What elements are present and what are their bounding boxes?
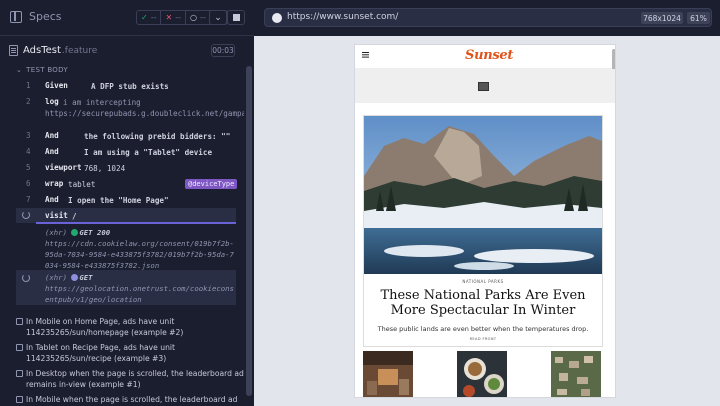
spec-name: AdsTest [23,45,61,56]
section-label: TEST BODY [26,66,68,74]
sidebar-icon [10,10,22,23]
viewport-size-badge[interactable]: 768x1024 [641,12,683,24]
specs-toggle[interactable]: Specs [10,10,62,23]
status-dot-icon [71,274,79,281]
stop-button[interactable] [227,10,245,25]
interior-photo-image [363,351,413,397]
url-text: https://www.sunset.com/ [287,12,399,22]
article-thumbnail[interactable] [457,351,507,397]
globe-icon [272,13,282,23]
runner-header: Specs ✓ -- ✕ -- ○ -- ⌄ [0,0,254,36]
pending-test-icon [16,396,23,403]
article-headline[interactable]: These National Parks Are Even More Spect… [372,288,594,318]
xhr-log-row[interactable]: (xhr) GET 200 https://cdn.cookielaw.org/… [45,227,235,271]
specs-title: Specs [29,10,62,23]
article-dek: These public lands are even better when … [377,325,589,333]
spec-extension: .feature [61,46,98,56]
loading-spinner-icon [22,274,30,282]
site-logo[interactable]: Sunset [465,48,513,63]
hero-image [364,116,602,274]
article-thumbnail[interactable] [551,351,601,397]
chevron-down-icon: ⌄ [16,66,23,74]
command-row-active[interactable]: visit / [16,208,236,223]
command-log-panel: Specs ✓ -- ✕ -- ○ -- ⌄ AdsTest.feature 0… [0,0,264,406]
ad-placeholder-icon [478,82,489,91]
app-under-test-frame[interactable]: Sunset NATIONAL PARKS These National Par… [354,44,616,398]
pending-test-icon [16,370,23,377]
duration-timer: 00:03 [211,44,235,57]
passed-count: ✓ -- [141,13,157,22]
pending-test-icon [16,344,23,351]
document-icon [9,45,18,56]
pending-count: ○ -- [189,13,206,22]
feature-card[interactable]: NATIONAL PARKS These National Parks Are … [363,115,603,347]
scrollbar-thumb[interactable] [246,66,252,396]
hamburger-menu-icon[interactable] [362,52,369,54]
command-log-scrollbar[interactable] [244,36,254,406]
url-bar: https://www.sunset.com/ 768x1024 61% [254,0,720,36]
zoom-badge[interactable]: 61% [687,12,710,24]
failed-count: ✕ -- [165,13,181,22]
test-body-toggle[interactable]: ⌄ TEST BODY [16,66,68,74]
status-dot-icon [71,229,79,236]
winter-mountain-image [364,116,602,274]
aerial-town-image [551,351,601,397]
site-header: Sunset [355,45,615,69]
chevron-down-icon[interactable]: ⌄ [209,10,227,25]
alias-badge: @deviceType [185,179,238,189]
loading-spinner-icon [22,211,30,219]
pending-test-icon [16,318,23,325]
read-more-link[interactable]: READ FRONT [364,337,602,341]
article-eyebrow: NATIONAL PARKS [462,279,504,284]
xhr-log-row[interactable]: (xhr) GET https://geolocation.onetrust.c… [45,272,235,305]
url-field[interactable]: https://www.sunset.com/ 768x1024 61% [264,8,712,27]
spec-header: AdsTest.feature 00:03 [0,40,244,62]
active-command-underline [36,222,236,224]
stop-icon [232,14,240,21]
food-photo-image [457,351,507,397]
article-thumbnail[interactable] [363,351,413,397]
app-preview-panel: https://www.sunset.com/ 768x1024 61% Sun… [254,0,720,406]
